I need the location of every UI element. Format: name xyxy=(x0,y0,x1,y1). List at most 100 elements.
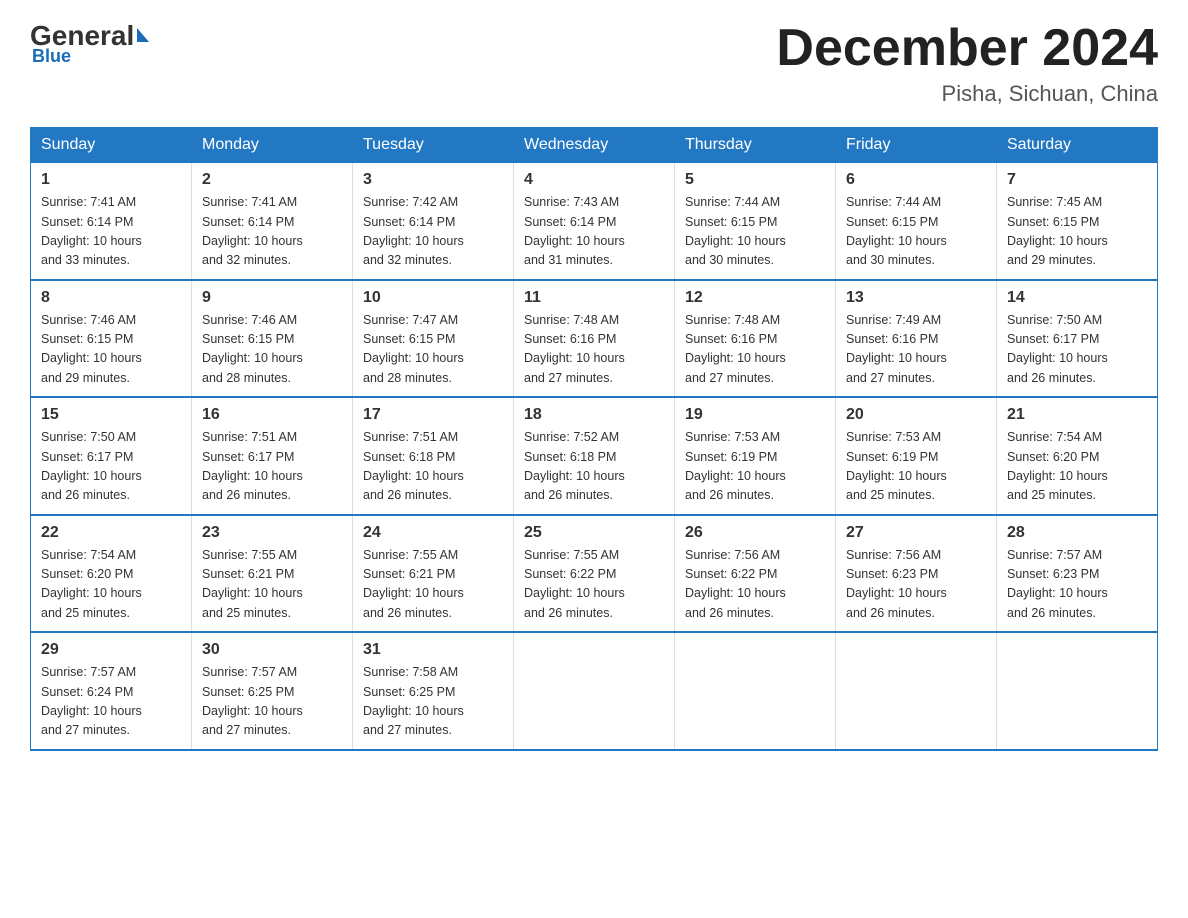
day-number: 13 xyxy=(846,289,986,307)
day-info: Sunrise: 7:51 AM Sunset: 6:17 PM Dayligh… xyxy=(202,428,342,506)
day-number: 4 xyxy=(524,171,664,189)
title-area: December 2024 Pisha, Sichuan, China xyxy=(776,20,1158,107)
day-info: Sunrise: 7:44 AM Sunset: 6:15 PM Dayligh… xyxy=(685,193,825,271)
day-info: Sunrise: 7:41 AM Sunset: 6:14 PM Dayligh… xyxy=(41,193,181,271)
header-monday: Monday xyxy=(192,128,353,163)
day-number: 16 xyxy=(202,406,342,424)
day-info: Sunrise: 7:50 AM Sunset: 6:17 PM Dayligh… xyxy=(41,428,181,506)
day-number: 21 xyxy=(1007,406,1147,424)
calendar-cell: 28 Sunrise: 7:57 AM Sunset: 6:23 PM Dayl… xyxy=(997,515,1158,633)
day-number: 30 xyxy=(202,641,342,659)
calendar-cell: 11 Sunrise: 7:48 AM Sunset: 6:16 PM Dayl… xyxy=(514,280,675,398)
calendar-week-row: 22 Sunrise: 7:54 AM Sunset: 6:20 PM Dayl… xyxy=(31,515,1158,633)
day-info: Sunrise: 7:55 AM Sunset: 6:21 PM Dayligh… xyxy=(202,546,342,624)
day-number: 2 xyxy=(202,171,342,189)
day-number: 7 xyxy=(1007,171,1147,189)
header: General Blue December 2024 Pisha, Sichua… xyxy=(30,20,1158,107)
calendar-cell: 4 Sunrise: 7:43 AM Sunset: 6:14 PM Dayli… xyxy=(514,163,675,280)
calendar-cell: 8 Sunrise: 7:46 AM Sunset: 6:15 PM Dayli… xyxy=(31,280,192,398)
day-number: 31 xyxy=(363,641,503,659)
day-info: Sunrise: 7:57 AM Sunset: 6:24 PM Dayligh… xyxy=(41,663,181,741)
calendar-cell: 5 Sunrise: 7:44 AM Sunset: 6:15 PM Dayli… xyxy=(675,163,836,280)
day-info: Sunrise: 7:42 AM Sunset: 6:14 PM Dayligh… xyxy=(363,193,503,271)
day-number: 11 xyxy=(524,289,664,307)
calendar-cell: 31 Sunrise: 7:58 AM Sunset: 6:25 PM Dayl… xyxy=(353,632,514,750)
calendar-cell: 18 Sunrise: 7:52 AM Sunset: 6:18 PM Dayl… xyxy=(514,397,675,515)
calendar-cell: 26 Sunrise: 7:56 AM Sunset: 6:22 PM Dayl… xyxy=(675,515,836,633)
day-info: Sunrise: 7:54 AM Sunset: 6:20 PM Dayligh… xyxy=(41,546,181,624)
day-number: 27 xyxy=(846,524,986,542)
day-number: 6 xyxy=(846,171,986,189)
calendar-cell: 16 Sunrise: 7:51 AM Sunset: 6:17 PM Dayl… xyxy=(192,397,353,515)
header-friday: Friday xyxy=(836,128,997,163)
calendar-cell: 23 Sunrise: 7:55 AM Sunset: 6:21 PM Dayl… xyxy=(192,515,353,633)
day-info: Sunrise: 7:53 AM Sunset: 6:19 PM Dayligh… xyxy=(685,428,825,506)
calendar-cell: 25 Sunrise: 7:55 AM Sunset: 6:22 PM Dayl… xyxy=(514,515,675,633)
calendar-cell: 2 Sunrise: 7:41 AM Sunset: 6:14 PM Dayli… xyxy=(192,163,353,280)
day-number: 3 xyxy=(363,171,503,189)
calendar-cell xyxy=(514,632,675,750)
day-info: Sunrise: 7:48 AM Sunset: 6:16 PM Dayligh… xyxy=(524,311,664,389)
day-info: Sunrise: 7:48 AM Sunset: 6:16 PM Dayligh… xyxy=(685,311,825,389)
calendar-cell: 7 Sunrise: 7:45 AM Sunset: 6:15 PM Dayli… xyxy=(997,163,1158,280)
calendar-week-row: 1 Sunrise: 7:41 AM Sunset: 6:14 PM Dayli… xyxy=(31,163,1158,280)
logo-blue-text: Blue xyxy=(32,46,71,67)
calendar-cell: 27 Sunrise: 7:56 AM Sunset: 6:23 PM Dayl… xyxy=(836,515,997,633)
calendar-header-row: SundayMondayTuesdayWednesdayThursdayFrid… xyxy=(31,128,1158,163)
day-number: 15 xyxy=(41,406,181,424)
day-info: Sunrise: 7:46 AM Sunset: 6:15 PM Dayligh… xyxy=(202,311,342,389)
day-number: 5 xyxy=(685,171,825,189)
day-info: Sunrise: 7:57 AM Sunset: 6:23 PM Dayligh… xyxy=(1007,546,1147,624)
header-sunday: Sunday xyxy=(31,128,192,163)
calendar-cell: 14 Sunrise: 7:50 AM Sunset: 6:17 PM Dayl… xyxy=(997,280,1158,398)
logo-triangle-icon xyxy=(137,28,149,42)
day-number: 12 xyxy=(685,289,825,307)
calendar-cell: 15 Sunrise: 7:50 AM Sunset: 6:17 PM Dayl… xyxy=(31,397,192,515)
calendar-cell: 1 Sunrise: 7:41 AM Sunset: 6:14 PM Dayli… xyxy=(31,163,192,280)
day-number: 19 xyxy=(685,406,825,424)
day-number: 22 xyxy=(41,524,181,542)
day-number: 23 xyxy=(202,524,342,542)
day-number: 28 xyxy=(1007,524,1147,542)
calendar-cell: 29 Sunrise: 7:57 AM Sunset: 6:24 PM Dayl… xyxy=(31,632,192,750)
day-number: 24 xyxy=(363,524,503,542)
header-tuesday: Tuesday xyxy=(353,128,514,163)
header-wednesday: Wednesday xyxy=(514,128,675,163)
day-number: 17 xyxy=(363,406,503,424)
day-number: 29 xyxy=(41,641,181,659)
day-info: Sunrise: 7:55 AM Sunset: 6:22 PM Dayligh… xyxy=(524,546,664,624)
day-info: Sunrise: 7:46 AM Sunset: 6:15 PM Dayligh… xyxy=(41,311,181,389)
day-number: 20 xyxy=(846,406,986,424)
day-info: Sunrise: 7:55 AM Sunset: 6:21 PM Dayligh… xyxy=(363,546,503,624)
location-subtitle: Pisha, Sichuan, China xyxy=(776,81,1158,107)
calendar-cell: 12 Sunrise: 7:48 AM Sunset: 6:16 PM Dayl… xyxy=(675,280,836,398)
day-info: Sunrise: 7:44 AM Sunset: 6:15 PM Dayligh… xyxy=(846,193,986,271)
calendar-cell: 13 Sunrise: 7:49 AM Sunset: 6:16 PM Dayl… xyxy=(836,280,997,398)
calendar-week-row: 8 Sunrise: 7:46 AM Sunset: 6:15 PM Dayli… xyxy=(31,280,1158,398)
day-info: Sunrise: 7:56 AM Sunset: 6:22 PM Dayligh… xyxy=(685,546,825,624)
calendar-cell: 21 Sunrise: 7:54 AM Sunset: 6:20 PM Dayl… xyxy=(997,397,1158,515)
day-info: Sunrise: 7:47 AM Sunset: 6:15 PM Dayligh… xyxy=(363,311,503,389)
header-thursday: Thursday xyxy=(675,128,836,163)
day-info: Sunrise: 7:58 AM Sunset: 6:25 PM Dayligh… xyxy=(363,663,503,741)
day-info: Sunrise: 7:53 AM Sunset: 6:19 PM Dayligh… xyxy=(846,428,986,506)
day-number: 14 xyxy=(1007,289,1147,307)
day-info: Sunrise: 7:51 AM Sunset: 6:18 PM Dayligh… xyxy=(363,428,503,506)
day-number: 1 xyxy=(41,171,181,189)
day-info: Sunrise: 7:45 AM Sunset: 6:15 PM Dayligh… xyxy=(1007,193,1147,271)
day-number: 10 xyxy=(363,289,503,307)
calendar-cell: 9 Sunrise: 7:46 AM Sunset: 6:15 PM Dayli… xyxy=(192,280,353,398)
calendar-cell: 20 Sunrise: 7:53 AM Sunset: 6:19 PM Dayl… xyxy=(836,397,997,515)
day-number: 26 xyxy=(685,524,825,542)
day-number: 9 xyxy=(202,289,342,307)
day-info: Sunrise: 7:50 AM Sunset: 6:17 PM Dayligh… xyxy=(1007,311,1147,389)
calendar-cell: 17 Sunrise: 7:51 AM Sunset: 6:18 PM Dayl… xyxy=(353,397,514,515)
calendar-cell xyxy=(675,632,836,750)
calendar-cell: 10 Sunrise: 7:47 AM Sunset: 6:15 PM Dayl… xyxy=(353,280,514,398)
day-number: 25 xyxy=(524,524,664,542)
day-info: Sunrise: 7:49 AM Sunset: 6:16 PM Dayligh… xyxy=(846,311,986,389)
day-info: Sunrise: 7:52 AM Sunset: 6:18 PM Dayligh… xyxy=(524,428,664,506)
calendar-cell: 24 Sunrise: 7:55 AM Sunset: 6:21 PM Dayl… xyxy=(353,515,514,633)
month-title: December 2024 xyxy=(776,20,1158,77)
calendar-cell xyxy=(997,632,1158,750)
